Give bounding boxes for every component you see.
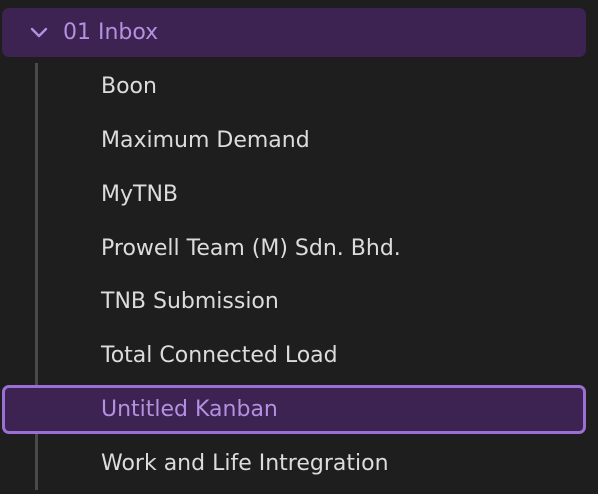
file-item-prowell-team[interactable]: Prowell Team (M) Sdn. Bhd. xyxy=(2,224,586,273)
chevron-down-icon[interactable] xyxy=(30,24,48,42)
file-label: Maximum Demand xyxy=(101,127,310,153)
file-label: Work and Life Intregration xyxy=(101,450,389,476)
file-item-tnb-submission[interactable]: TNB Submission xyxy=(2,277,586,326)
folder-01-inbox[interactable]: 01 Inbox xyxy=(2,8,586,57)
file-label: Prowell Team (M) Sdn. Bhd. xyxy=(101,235,401,261)
file-item-total-connected-load[interactable]: Total Connected Load xyxy=(2,331,586,380)
file-label: Boon xyxy=(101,73,157,99)
file-label: Total Connected Load xyxy=(101,342,338,368)
folder-label: 01 Inbox xyxy=(63,19,159,45)
file-item-mytnb[interactable]: MyTNB xyxy=(2,170,586,219)
file-label: TNB Submission xyxy=(101,288,279,314)
file-label: Untitled Kanban xyxy=(101,396,278,422)
file-item-work-and-life-intregration[interactable]: Work and Life Intregration xyxy=(2,439,586,488)
file-item-untitled-kanban[interactable]: Untitled Kanban xyxy=(2,385,586,434)
file-item-maximum-demand[interactable]: Maximum Demand xyxy=(2,116,586,165)
file-tree: 01 Inbox Boon Maximum Demand MyTNB Prowe… xyxy=(0,0,598,494)
file-item-boon[interactable]: Boon xyxy=(2,62,586,111)
file-label: MyTNB xyxy=(101,181,178,207)
